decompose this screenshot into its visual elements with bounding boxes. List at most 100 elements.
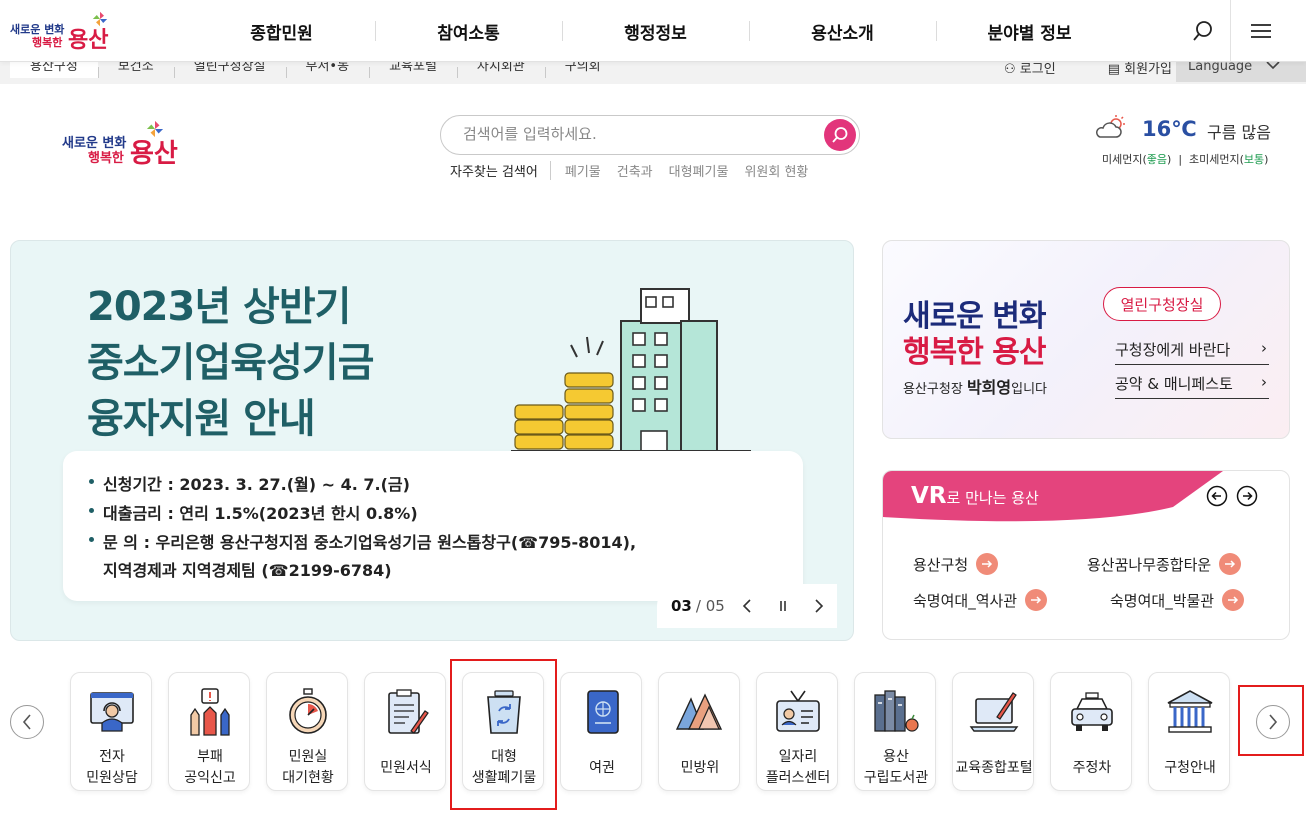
passport-icon [587,690,619,734]
quick-menu-label: 용산 구립도서관 [863,749,929,786]
quick-menu-label: 구청안내 [1164,760,1216,776]
quick-menu-library[interactable]: 용산 구립도서관 [854,672,936,791]
quick-menu-label: 부패 공익신고 [184,749,236,786]
banner-pause-button[interactable] [769,592,797,620]
vr-link-label: 숙명여대_역사관 [913,591,1018,610]
highlight-box [1238,685,1304,756]
vr-link-history-hall[interactable]: 숙명여대_역사관 [913,589,1048,611]
quick-menu-label: 민방위 [680,760,720,776]
vr-link-label: 용산꿈나무종합타운 [1087,555,1212,574]
manifesto-link[interactable]: 공약 & 매니페스토 › [1115,373,1269,399]
quick-menu-civil-forms[interactable]: 민원서식 [364,672,446,791]
all-menu-button[interactable] [1230,0,1290,62]
banner-info-row: 신청기간 : 2023. 3. 27.(월) ~ 4. 7.(금) [89,471,410,495]
report-hands-icon [190,688,230,736]
books-icon [874,690,919,732]
mayor-card-title2: 행복한 용산 [903,335,1046,370]
search-box [440,115,860,155]
ultrafine-dust-value: 보통 [1243,153,1265,166]
banner-info-row: 문 의 : 우리은행 용산구청지점 중소기업육성기금 원스톱창구(☎795-80… [89,529,636,553]
banner-info-text: 지역경제과 지역경제팀 (☎2199-6784) [103,561,392,580]
banner-title-line: 중소기업육성기금 [87,340,374,386]
laptop-pen-icon [969,692,1019,732]
nav-administration[interactable]: 행정정보 [562,0,749,62]
vr-card: VR로 만나는 용산 용산구청 용산꿈나무종합타운 숙명여대_역사관 숙명여대_… [882,470,1290,640]
mountain-icon [675,693,723,730]
quick-menu-office-guide[interactable]: 구청안내 [1148,672,1230,791]
nav-civil-service[interactable]: 종합민원 [188,0,375,62]
arrow-right-icon [976,553,999,575]
partly-cloudy-icon [1096,115,1125,138]
vr-link-yongsan-office[interactable]: 용산구청 [913,553,999,575]
banner-title-line: 융자지원 안내 [87,396,316,442]
search-icon [832,127,848,143]
keyword-link[interactable]: 폐기물 [565,161,601,180]
vr-prev-button[interactable] [1206,485,1228,507]
main-banner[interactable]: 2023년 상반기 중소기업육성기금 융자지원 안내 신청기간 : 2023. … [10,240,854,641]
pinwheel-icon [92,11,108,27]
highlight-box [450,659,557,810]
search-icon [1193,21,1212,41]
quick-menu-label: 교육종합포털 [955,760,1033,776]
chevron-right-icon [815,599,823,613]
chevron-left-icon [22,714,31,730]
quick-menu-job-center[interactable]: 일자리 플러스센터 [756,672,838,791]
search-submit-button[interactable] [824,119,856,151]
signup-label: 회원가입 [1124,61,1172,77]
mayor-link-label: 구청장에게 바란다 [1115,341,1231,359]
fine-dust-label: 미세먼지 [1102,153,1143,166]
keyword-link[interactable]: 대형폐기물 [669,161,729,180]
keyword-link[interactable]: 건축과 [617,161,653,180]
vr-link-dream-town[interactable]: 용산꿈나무종합타운 [1087,553,1242,575]
quick-menu-label: 일자리 플러스센터 [765,749,831,786]
quick-menu-prev-button[interactable] [10,705,44,739]
mayor-subtitle-suffix: 입니다 [1011,382,1048,397]
mayor-card: 새로운 변화 행복한 용산 용산구청장 박희영입니다 열린구청장실 구청장에게 … [882,240,1290,439]
banner-controls: 03 / 05 [657,584,837,628]
banner-title: 2023년 상반기 중소기업육성기금 융자지원 안내 [87,279,374,447]
quick-menu-parking[interactable]: 주정차 [1050,672,1132,791]
main-logo[interactable]: 새로운 변화 행복한 용산 [62,120,180,172]
main-menu: 종합민원 참여소통 행정정보 용산소개 분야별 정보 [188,0,1123,62]
mayor-request-link[interactable]: 구청장에게 바란다 › [1115,339,1269,365]
mayor-name: 박희영 [966,378,1012,397]
vr-link-label: 숙명여대_박물관 [1110,591,1215,610]
clipboard-pen-icon [388,689,429,734]
banner-info-text: 신청기간 : 2023. 3. 27.(월) ~ 4. 7.(금) [103,475,410,494]
chevron-right-icon: › [1261,373,1267,391]
nav-field-info[interactable]: 분야별 정보 [936,0,1123,62]
hamburger-icon [1250,24,1271,38]
open-mayor-office-button[interactable]: 열린구청장실 [1103,287,1221,321]
quick-menu-label: 전자 민원상담 [86,749,138,786]
logo-name: 용산 [130,139,178,169]
arrow-right-icon [1025,589,1048,611]
top-search-button[interactable] [1176,0,1230,62]
banner-info-row: 대출금리 : 연리 1.5%(2023년 한시 0.8%) [89,500,418,524]
quick-menu-label: 여권 [589,760,615,776]
vr-next-button[interactable] [1236,485,1258,507]
quick-menu-education-portal[interactable]: 교육종합포털 [952,672,1034,791]
quick-menu-online-consult[interactable]: 전자 민원상담 [70,672,152,791]
building-coins-illustration [511,288,751,452]
nav-participation[interactable]: 참여소통 [375,0,562,62]
quick-menu-label: 민원실 대기현황 [282,749,334,786]
quick-menu-corruption-report[interactable]: 부패 공익신고 [168,672,250,791]
banner-prev-button[interactable] [733,592,761,620]
vr-link-label: 용산구청 [913,555,969,574]
banner-title-line: 2023년 상반기 [87,284,351,330]
quick-menu-civil-defense[interactable]: 민방위 [658,672,740,791]
quick-menu-waiting-status[interactable]: 민원실 대기현황 [266,672,348,791]
chevron-left-icon [742,599,751,613]
brand-slogan-line2: 행복한 [32,36,63,49]
nav-about-yongsan[interactable]: 용산소개 [749,0,936,62]
search-input[interactable] [463,125,823,143]
vr-link-museum[interactable]: 숙명여대_박물관 [1110,589,1245,611]
banner-next-button[interactable] [805,592,833,620]
keyword-link[interactable]: 위원회 현황 [744,161,808,180]
mayor-title: 용산구청장 [903,382,963,397]
stopwatch-icon [289,688,327,734]
quick-menu-passport[interactable]: 여권 [560,672,642,791]
temperature: 16℃ [1142,117,1197,141]
brand-logo-small[interactable]: 새로운 변화 행복한 용산 [10,10,110,53]
vr-title-vr: VR [911,483,947,509]
